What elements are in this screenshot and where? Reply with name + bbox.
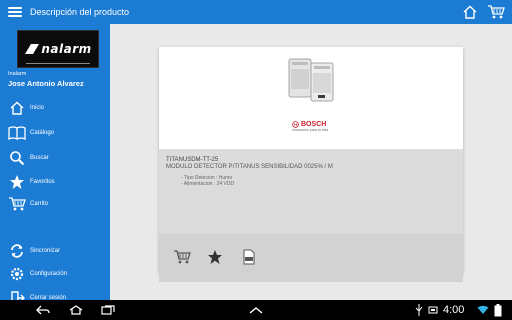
page-title: Descripción del producto <box>30 7 130 17</box>
sidebar: nalarm Inalarm Jose Antonio Alvarez Inic… <box>0 24 110 305</box>
usb-icon <box>412 303 426 317</box>
product-detail: - Alimentacion : 24 VDD <box>181 181 235 187</box>
sidebar-item-inicio[interactable]: Inicio <box>0 98 110 118</box>
sidebar-item-carrito[interactable]: Carrito <box>0 194 110 214</box>
screenshot-icon <box>426 303 440 317</box>
sync-icon <box>8 242 26 260</box>
product-description: MODULO DETECTOR P/TITANUS SENSIBILIDAD 0… <box>166 164 333 170</box>
favorite-star-icon[interactable] <box>206 248 224 266</box>
hamburger-menu-icon[interactable] <box>4 0 26 24</box>
product-image <box>288 58 334 102</box>
product-info: TITANUSDM-TT-25 MODULO DETECTOR P/TITANU… <box>159 149 463 282</box>
star-icon <box>8 173 26 191</box>
sidebar-item-configuracion[interactable]: Configuración <box>0 264 110 284</box>
product-card: BOSCH Innovación para tu vida TITANUSDM-… <box>159 47 463 282</box>
company-logo: nalarm <box>17 30 99 68</box>
battery-icon <box>491 303 505 317</box>
pdf-document-icon[interactable] <box>240 248 258 266</box>
brand-tagline: Innovación para tu vida <box>292 128 329 132</box>
wifi-icon <box>476 303 490 317</box>
company-name: Inalarm <box>8 71 27 77</box>
home-icon[interactable] <box>69 303 83 317</box>
gear-icon <box>8 265 26 283</box>
shopping-cart-icon <box>8 195 26 213</box>
book-icon <box>8 124 26 142</box>
sidebar-item-catalogo[interactable]: Catálogo <box>0 123 110 143</box>
system-navigation-bar: 4:00 <box>0 300 512 320</box>
search-icon <box>8 149 26 167</box>
clock: 4:00 <box>443 304 465 316</box>
app-bar: Descripción del producto <box>0 0 512 24</box>
product-code: TITANUSDM-TT-25 <box>166 157 219 163</box>
user-name: Jose Antonio Alvarez <box>8 79 84 88</box>
home-icon[interactable] <box>460 2 480 22</box>
add-to-cart-icon[interactable] <box>173 248 191 266</box>
sidebar-item-buscar[interactable]: Buscar <box>0 148 110 168</box>
chevron-up-icon[interactable] <box>249 303 263 317</box>
shopping-cart-icon[interactable] <box>486 2 506 22</box>
home-icon <box>8 99 26 117</box>
brand-logo: BOSCH <box>292 121 326 128</box>
product-actions <box>159 234 463 282</box>
recent-apps-icon[interactable] <box>101 303 115 317</box>
sidebar-item-favoritos[interactable]: Favoritos <box>0 172 110 192</box>
back-icon[interactable] <box>36 303 50 317</box>
sidebar-item-sincronizar[interactable]: Sincronizar <box>0 241 110 261</box>
